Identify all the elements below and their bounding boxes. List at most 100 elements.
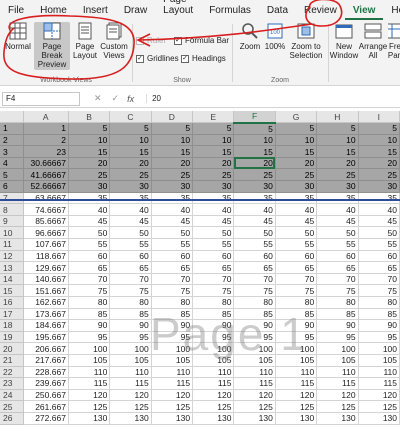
tab-formulas[interactable]: Formulas	[201, 5, 259, 20]
cell[interactable]: 130	[233, 412, 276, 425]
cell[interactable]: 65	[316, 261, 359, 274]
cell[interactable]: 110	[316, 366, 359, 379]
cell[interactable]: 5	[358, 122, 400, 135]
row-header[interactable]: 12	[0, 250, 24, 263]
cell[interactable]: 75	[358, 284, 400, 297]
cell[interactable]: 40	[275, 203, 318, 216]
cell[interactable]: 65	[192, 261, 235, 274]
cell[interactable]: 15	[151, 145, 194, 158]
cell[interactable]: 95	[358, 331, 400, 344]
cell[interactable]: 130	[275, 412, 318, 425]
cell[interactable]: 25	[192, 168, 235, 182]
cell[interactable]: 60	[192, 250, 235, 263]
cell[interactable]: 105	[68, 354, 111, 367]
cell[interactable]: 20	[109, 157, 152, 170]
cell[interactable]: 115	[151, 377, 194, 390]
row-header[interactable]: 5	[0, 168, 24, 182]
cell[interactable]: 105	[151, 354, 194, 367]
cell[interactable]: 107.667	[23, 238, 69, 251]
cell[interactable]: 75	[316, 284, 359, 297]
cell[interactable]: 120	[109, 389, 152, 402]
row-header[interactable]: 23	[0, 377, 24, 390]
cell[interactable]: 40	[233, 203, 276, 216]
cell[interactable]: 70	[233, 273, 276, 286]
cell[interactable]: 151.667	[23, 284, 69, 297]
cell[interactable]: 96.6667	[23, 226, 69, 240]
cell[interactable]: 20	[275, 157, 318, 170]
gridlines-toggle[interactable]: ✓ Gridlines	[136, 54, 179, 63]
row-header[interactable]: 22	[0, 366, 24, 379]
cell[interactable]: 120	[316, 389, 359, 402]
row-header[interactable]: 24	[0, 389, 24, 402]
cell[interactable]: 130	[68, 412, 111, 425]
cell[interactable]: 95	[109, 331, 152, 344]
cell[interactable]: 118.667	[23, 250, 69, 263]
cell[interactable]: 10	[68, 134, 111, 147]
cell[interactable]: 100	[192, 342, 235, 355]
page-break-preview-button[interactable]: Page Break Preview	[34, 22, 70, 70]
cell[interactable]: 65	[68, 261, 111, 274]
cell[interactable]: 35	[316, 192, 359, 205]
cell[interactable]: 130	[151, 412, 194, 425]
cell[interactable]: 30	[192, 180, 235, 193]
cell[interactable]: 115	[109, 377, 152, 390]
row-header[interactable]: 14	[0, 273, 24, 286]
row-header[interactable]: 2	[0, 134, 24, 147]
cell[interactable]: 35	[109, 192, 152, 205]
cell[interactable]: 80	[68, 296, 111, 309]
cell[interactable]: 95	[316, 331, 359, 344]
row-header[interactable]: 10	[0, 226, 24, 240]
cell[interactable]: 15	[358, 145, 400, 158]
cell[interactable]: 25	[275, 168, 318, 182]
cell[interactable]: 15	[192, 145, 235, 158]
cell[interactable]: 75	[233, 284, 276, 297]
cell[interactable]: 80	[192, 296, 235, 309]
cell[interactable]: 125	[68, 400, 111, 413]
cell[interactable]: 217.667	[23, 354, 69, 367]
formula-bar-toggle[interactable]: ✓ Formula Bar	[174, 36, 229, 45]
row-header[interactable]: 7	[0, 192, 24, 205]
cell[interactable]: 206.667	[23, 342, 69, 355]
cell[interactable]: 5	[109, 122, 152, 135]
tab-home[interactable]: Home	[32, 5, 75, 20]
cell[interactable]: 50	[275, 226, 318, 240]
column-header[interactable]: E	[192, 111, 235, 124]
cell[interactable]: 40	[151, 203, 194, 216]
cell[interactable]: 75	[151, 284, 194, 297]
cell[interactable]: 15	[109, 145, 152, 158]
cell[interactable]: 105	[275, 354, 318, 367]
cell[interactable]: 85	[68, 308, 111, 321]
cell[interactable]: 55	[109, 238, 152, 251]
cell[interactable]: 5	[233, 122, 276, 135]
cell[interactable]: 90	[68, 319, 111, 332]
cell[interactable]: 125	[316, 400, 359, 413]
cell[interactable]: 35	[192, 192, 235, 205]
column-header[interactable]: A	[23, 111, 69, 124]
cell[interactable]: 30.66667	[23, 157, 69, 170]
cell[interactable]: 100	[68, 342, 111, 355]
cell[interactable]: 120	[192, 389, 235, 402]
column-header[interactable]: I	[358, 111, 400, 124]
cell[interactable]: 40	[192, 203, 235, 216]
cell[interactable]: 23	[23, 145, 69, 158]
tab-data[interactable]: Data	[259, 5, 296, 20]
cell[interactable]: 261.667	[23, 400, 69, 413]
cell[interactable]: 110	[233, 366, 276, 379]
row-header[interactable]: 15	[0, 284, 24, 297]
cell[interactable]: 25	[316, 168, 359, 182]
cell[interactable]: 110	[151, 366, 194, 379]
cell[interactable]: 55	[316, 238, 359, 251]
cell[interactable]: 50	[68, 226, 111, 240]
custom-views-button[interactable]: Custom Views	[99, 22, 129, 60]
cell[interactable]: 5	[316, 122, 359, 135]
cell[interactable]: 125	[151, 400, 194, 413]
cell[interactable]: 239.667	[23, 377, 69, 390]
cell[interactable]: 63.6667	[23, 192, 69, 205]
cell[interactable]: 25	[151, 168, 194, 182]
column-header[interactable]: F	[233, 111, 276, 124]
formula-input[interactable]: 20	[146, 94, 400, 103]
cell[interactable]: 20	[233, 157, 276, 170]
cell[interactable]: 125	[109, 400, 152, 413]
cell[interactable]: 50	[192, 226, 235, 240]
cell[interactable]: 55	[151, 238, 194, 251]
